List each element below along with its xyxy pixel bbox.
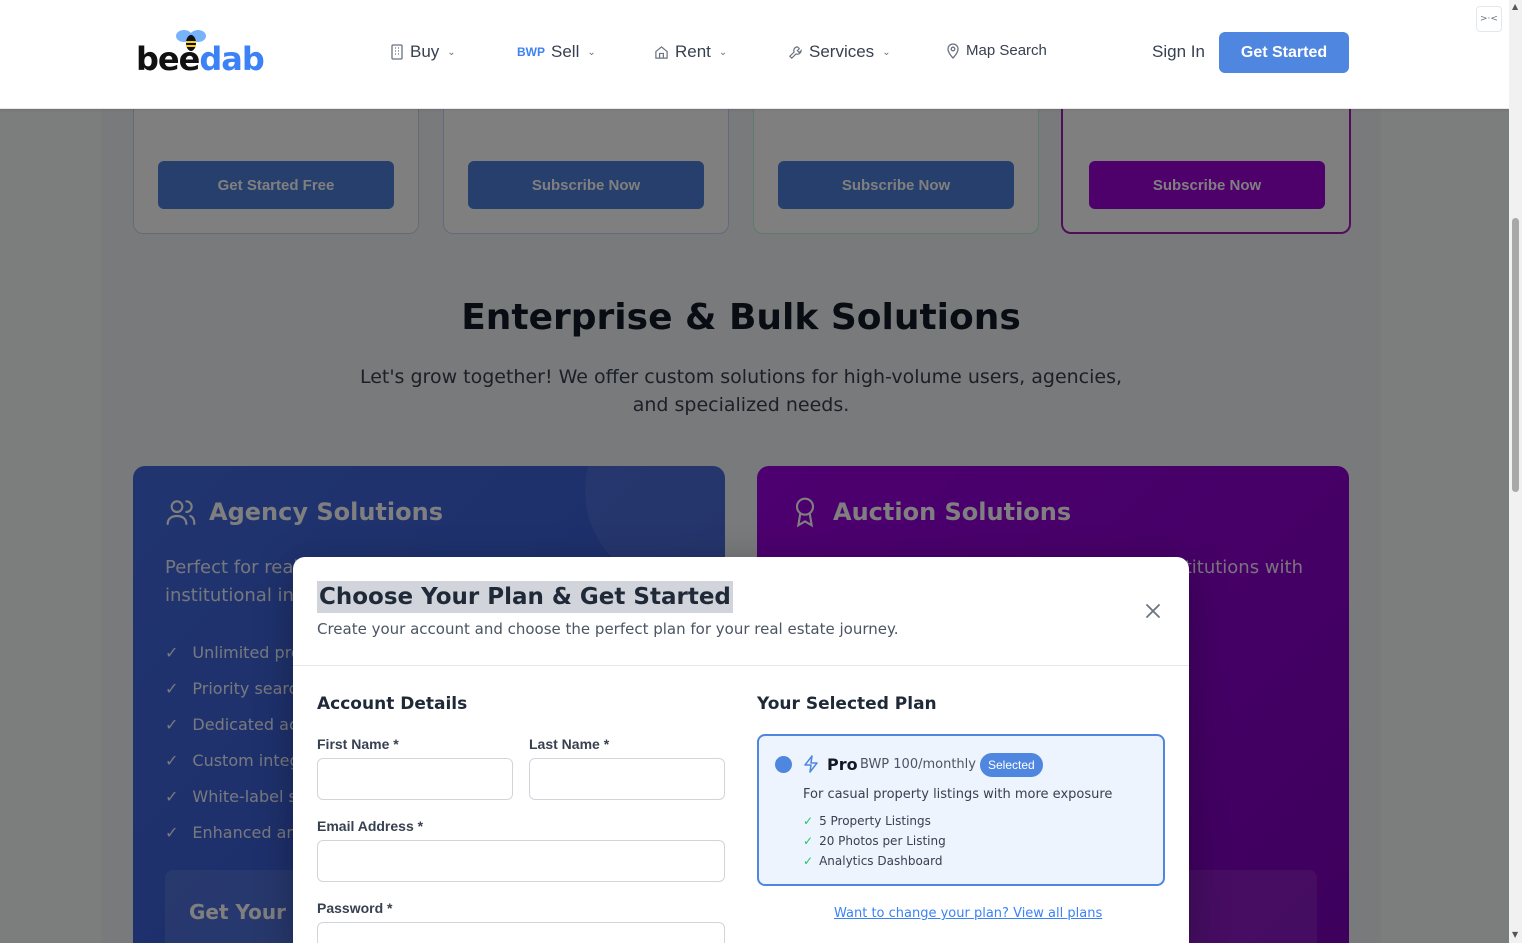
selected-badge: Selected — [980, 753, 1043, 777]
lightning-icon — [804, 755, 818, 773]
building-icon — [391, 44, 403, 60]
plan-description: For casual property listings with more e… — [803, 787, 1113, 802]
map-pin-icon — [947, 42, 959, 59]
extension-icon[interactable]: >·< — [1476, 6, 1502, 32]
first-name-label: First Name * — [317, 736, 399, 752]
close-icon — [1146, 604, 1160, 618]
page-scrollbar[interactable]: ▲ ▼ — [1509, 0, 1522, 943]
nav-sell[interactable]: BWP Sell ⌄ — [517, 42, 596, 62]
change-plan-link[interactable]: Want to change your plan? View all plans — [834, 906, 1102, 921]
modal-subtitle: Create your account and choose the perfe… — [317, 620, 899, 638]
last-name-input[interactable] — [529, 758, 725, 800]
site-header: beedab Buy ⌄ BWP Sell ⌄ Rent ⌄ Services ⌄ Ma… — [0, 0, 1509, 109]
plan-feature: ✓ 20 Photos per Listing — [803, 834, 946, 848]
nav-buy[interactable]: Buy ⌄ — [390, 42, 456, 62]
nav-map-search[interactable]: Map Search — [946, 42, 1047, 59]
plan-feature: ✓ Analytics Dashboard — [803, 854, 943, 868]
signup-modal: Choose Your Plan & Get Started Create yo… — [293, 557, 1189, 943]
modal-title: Choose Your Plan & Get Started — [317, 581, 733, 613]
check-icon: ✓ — [803, 814, 814, 828]
selected-plan-card[interactable]: Pro BWP 100/monthly Selected For casual … — [757, 734, 1165, 886]
sign-in-link[interactable]: Sign In — [1152, 42, 1205, 62]
bwp-currency-icon: BWP — [517, 45, 545, 59]
logo-wordmark: beedab — [136, 40, 265, 78]
scroll-down-arrow-icon[interactable]: ▼ — [1512, 930, 1518, 939]
home-icon — [655, 45, 668, 59]
last-name-label: Last Name * — [529, 736, 610, 752]
get-started-button[interactable]: Get Started — [1219, 32, 1349, 73]
chevron-down-icon: ⌄ — [718, 46, 728, 58]
plan-radio-selected[interactable] — [775, 756, 792, 773]
chevron-down-icon: ⌄ — [447, 46, 456, 58]
plan-price: BWP 100/monthly — [860, 757, 976, 772]
plan-feature: ✓ 5 Property Listings — [803, 814, 931, 828]
nav-services[interactable]: Services ⌄ — [788, 42, 891, 62]
plan-name: Pro — [827, 755, 858, 774]
wrench-icon — [789, 45, 802, 59]
nav-rent[interactable]: Rent ⌄ — [654, 42, 727, 62]
first-name-input[interactable] — [317, 758, 513, 800]
email-label: Email Address * — [317, 818, 424, 834]
password-input[interactable] — [317, 922, 725, 943]
check-icon: ✓ — [803, 834, 814, 848]
close-button[interactable] — [1141, 599, 1165, 623]
scroll-up-arrow-icon[interactable]: ▲ — [1512, 2, 1518, 11]
selected-plan-heading: Your Selected Plan — [757, 694, 937, 714]
scrollbar-thumb[interactable] — [1512, 218, 1519, 492]
beedab-logo[interactable]: beedab — [136, 30, 265, 78]
chevron-down-icon: ⌄ — [882, 46, 891, 58]
modal-header: Choose Your Plan & Get Started Create yo… — [293, 557, 1189, 666]
chevron-down-icon: ⌄ — [587, 46, 596, 58]
email-input[interactable] — [317, 840, 725, 882]
account-details-heading: Account Details — [317, 694, 468, 714]
password-label: Password * — [317, 900, 393, 916]
check-icon: ✓ — [803, 854, 814, 868]
